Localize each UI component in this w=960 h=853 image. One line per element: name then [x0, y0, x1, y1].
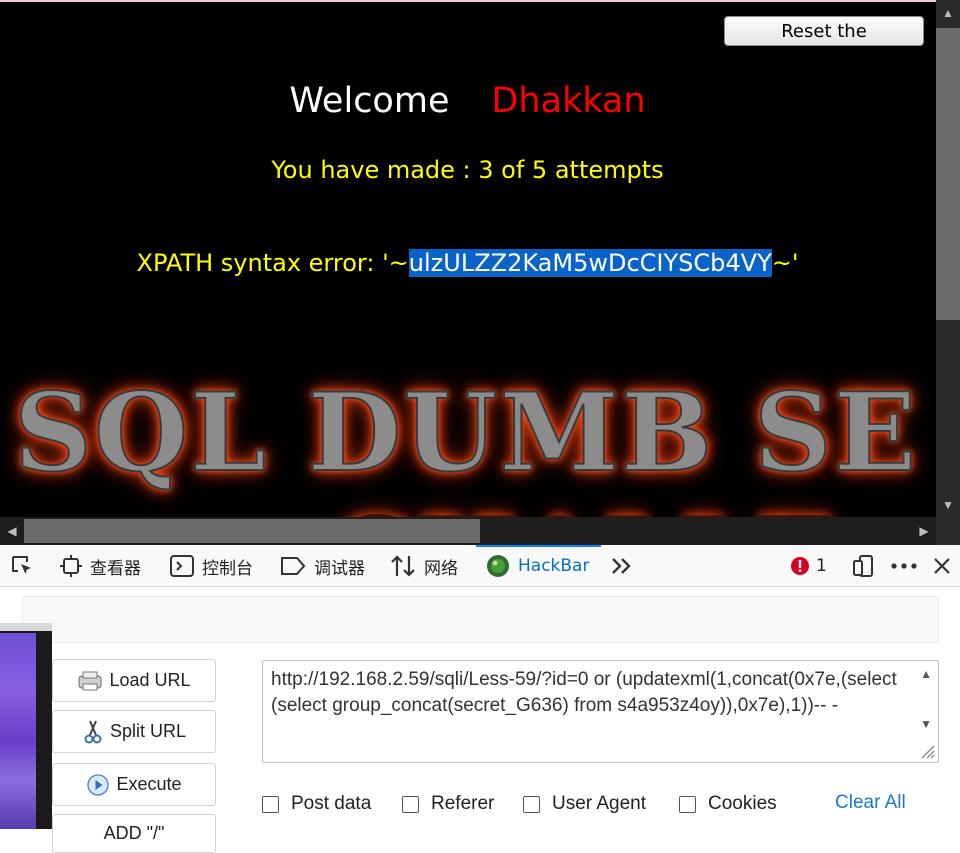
- close-devtools-button[interactable]: [932, 545, 952, 587]
- cookies-checkbox[interactable]: Cookies: [679, 793, 777, 815]
- clear-all-link[interactable]: Clear All: [835, 792, 906, 814]
- error-prefix: XPATH syntax error: '~: [136, 249, 409, 277]
- error-suffix: ~': [771, 249, 799, 277]
- vertical-scrollbar[interactable]: ▲ ▼: [936, 0, 960, 517]
- devtools-menu-button[interactable]: [890, 545, 918, 587]
- screenshot-thumbnail-overlay: [0, 623, 52, 829]
- error-count: 1: [816, 556, 827, 576]
- split-url-button[interactable]: Split URL: [52, 710, 216, 753]
- scroll-up-arrow-icon[interactable]: ▲: [936, 6, 960, 20]
- vertical-scroll-thumb[interactable]: [936, 28, 960, 320]
- devtools-toolbar: 查看器 控制台 调试器 网络 HackBar 1: [0, 545, 960, 587]
- tab-debugger-label: 调试器: [314, 558, 365, 579]
- element-picker-button[interactable]: [10, 545, 34, 587]
- load-url-icon: [77, 670, 103, 692]
- referer-box[interactable]: [402, 795, 419, 813]
- debugger-icon: [280, 556, 306, 576]
- scrollbar-corner: [936, 517, 960, 545]
- responsive-design-button[interactable]: [852, 545, 876, 587]
- textarea-scroll-up-icon[interactable]: ▲: [920, 667, 932, 681]
- load-url-button[interactable]: Load URL: [52, 659, 216, 702]
- horizontal-scrollbar[interactable]: ◀ ▶: [0, 517, 936, 545]
- welcome-text: Welcome: [289, 81, 450, 121]
- tab-network[interactable]: 网络: [390, 545, 458, 587]
- tab-hackbar-label: HackBar: [518, 556, 590, 576]
- more-tabs-button[interactable]: [610, 545, 632, 587]
- resize-grip-icon[interactable]: [916, 740, 936, 760]
- horizontal-scroll-thumb[interactable]: [24, 519, 480, 543]
- tab-console[interactable]: 控制台: [170, 545, 253, 587]
- tab-inspector-label: 查看器: [90, 558, 141, 579]
- page-viewport: Reset the Challenge! Welcome Dhakkan You …: [0, 0, 960, 545]
- url-textarea[interactable]: http://192.168.2.59/sqli/Less-59/?id=0 o…: [262, 660, 939, 763]
- active-tab-indicator: [476, 545, 601, 547]
- scissors-icon: [82, 719, 104, 745]
- tab-hackbar[interactable]: HackBar: [486, 545, 589, 587]
- error-count-button[interactable]: 1: [790, 545, 827, 587]
- console-icon: [170, 555, 194, 577]
- tab-console-label: 控制台: [202, 558, 253, 579]
- attempts-counter: You have made : 3 of 5 attempts: [271, 156, 664, 184]
- post-data-box[interactable]: [262, 795, 279, 813]
- add-slash-button[interactable]: ADD "/": [52, 814, 216, 853]
- hackbar-panel: Load URL Split URL Execute ADD "/" http:…: [0, 588, 960, 853]
- chevrons-right-icon: [610, 556, 632, 576]
- user-name: Dhakkan: [491, 81, 646, 121]
- referer-checkbox[interactable]: Referer: [402, 793, 494, 815]
- scroll-left-arrow-icon[interactable]: ◀: [0, 524, 24, 538]
- element-picker-icon: [10, 554, 34, 578]
- tab-network-label: 网络: [424, 558, 458, 579]
- split-url-label: Split URL: [109, 721, 187, 741]
- scroll-right-arrow-icon[interactable]: ▶: [912, 524, 936, 538]
- referer-label: Referer: [431, 793, 495, 814]
- error-icon: [790, 556, 810, 576]
- sql-dumb-series-banner: SQL DUMB SE: [13, 369, 919, 497]
- cookies-box[interactable]: [679, 795, 696, 813]
- responsive-mode-icon: [852, 554, 876, 578]
- hackbar-icon: [486, 554, 510, 578]
- user-agent-box[interactable]: [523, 795, 540, 813]
- play-icon: [86, 773, 110, 797]
- post-data-checkbox[interactable]: Post data: [262, 793, 371, 815]
- reset-challenge-button[interactable]: Reset the Challenge!: [724, 16, 924, 70]
- execute-button[interactable]: Execute: [52, 763, 216, 806]
- add-slash-label: ADD "/": [103, 823, 165, 843]
- post-data-label: Post data: [291, 793, 372, 814]
- cookies-label: Cookies: [708, 793, 777, 814]
- network-icon: [390, 554, 416, 578]
- tab-inspector[interactable]: 查看器: [60, 545, 141, 587]
- textarea-scroll-down-icon[interactable]: ▼: [920, 717, 932, 731]
- error-secret-selected[interactable]: ulzULZZ2KaM5wDcCIYSCb4VY: [408, 249, 772, 277]
- thumbnail-titlebar: [0, 623, 52, 631]
- xpath-error-message: XPATH syntax error: '~ulzULZZ2KaM5wDcCIY…: [0, 247, 935, 279]
- load-url-label: Load URL: [109, 670, 191, 690]
- top-accent-line: [0, 0, 960, 2]
- inspector-icon: [60, 555, 82, 577]
- user-agent-checkbox[interactable]: User Agent: [523, 793, 646, 815]
- more-options-icon: [890, 561, 918, 571]
- close-icon: [932, 556, 952, 576]
- thumbnail-image: [0, 633, 36, 829]
- welcome-heading: Welcome Dhakkan: [0, 80, 935, 122]
- url-text: http://192.168.2.59/sqli/Less-59/?id=0 o…: [271, 669, 903, 716]
- tab-debugger[interactable]: 调试器: [280, 545, 365, 587]
- user-agent-label: User Agent: [552, 793, 646, 814]
- execute-label: Execute: [116, 774, 182, 794]
- scroll-down-arrow-icon[interactable]: ▼: [936, 498, 960, 512]
- hackbar-top-strip: [22, 596, 939, 643]
